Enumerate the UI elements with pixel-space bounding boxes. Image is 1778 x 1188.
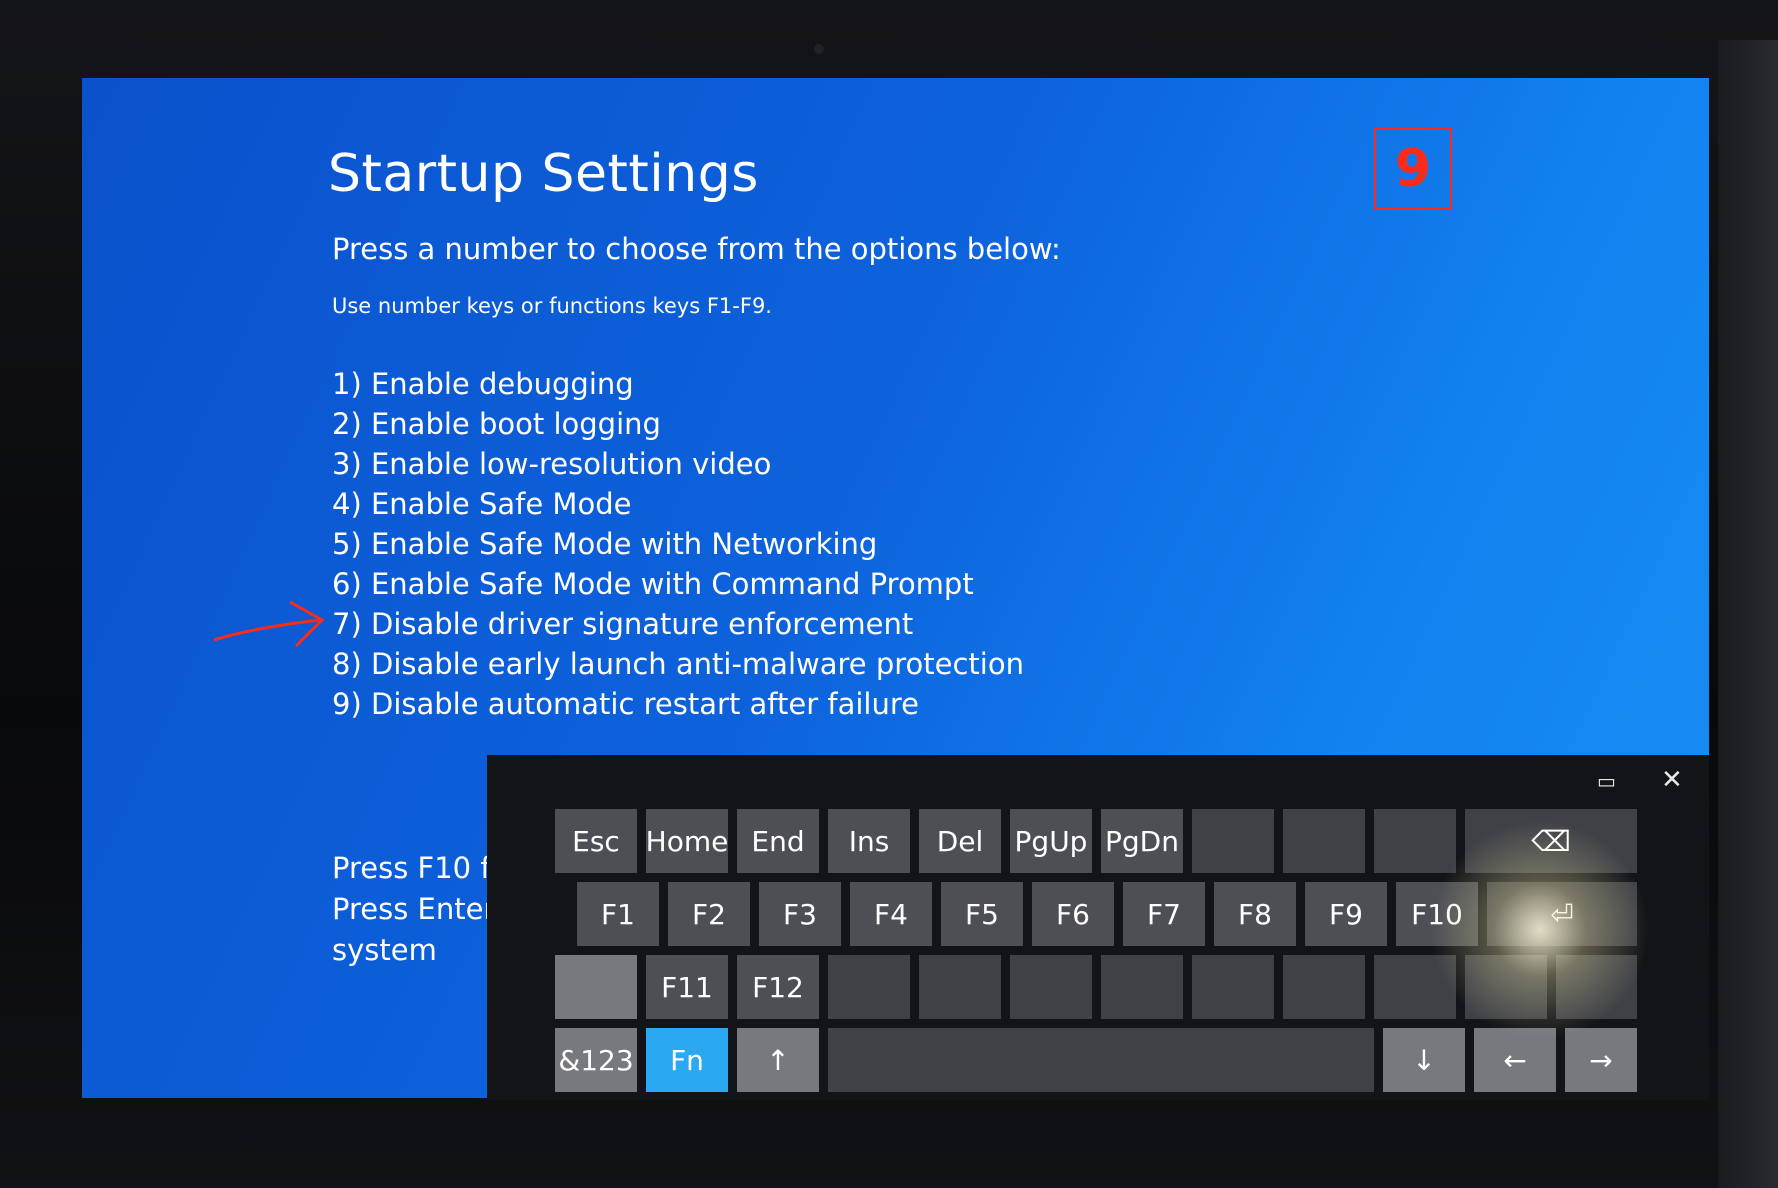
key-f4[interactable]: F4 xyxy=(850,882,932,946)
key-f8[interactable]: F8 xyxy=(1214,882,1296,946)
key-f3[interactable]: F3 xyxy=(759,882,841,946)
key-blank[interactable] xyxy=(1374,955,1456,1019)
option-enable-debugging[interactable]: 1) Enable debugging xyxy=(332,364,1024,404)
key-ins[interactable]: Ins xyxy=(828,809,910,873)
dock-icon[interactable]: ▭ xyxy=(1597,769,1616,793)
key-backspace[interactable]: ⌫ xyxy=(1465,809,1637,873)
option-enable-low-resolution-video[interactable]: 3) Enable low-resolution video xyxy=(332,444,1024,484)
footer-text: Press F10 fo Press Enter system xyxy=(332,848,508,971)
key-blank[interactable] xyxy=(1010,955,1092,1019)
option-safe-mode-command-prompt[interactable]: 6) Enable Safe Mode with Command Prompt xyxy=(332,564,1024,604)
footer-line-f10: Press F10 fo xyxy=(332,851,509,885)
key-arrow-down[interactable]: ↓ xyxy=(1383,1028,1465,1092)
key-blank[interactable] xyxy=(1374,809,1456,873)
footer-line-system: system xyxy=(332,933,437,967)
key-blank[interactable] xyxy=(1101,955,1183,1019)
key-f12[interactable]: F12 xyxy=(737,955,819,1019)
option-disable-driver-signature[interactable]: 7) Disable driver signature enforcement xyxy=(332,604,1024,644)
camera-dot xyxy=(814,44,824,54)
key-blank[interactable] xyxy=(1465,955,1547,1019)
key-f10[interactable]: F10 xyxy=(1396,882,1478,946)
key-pgdn[interactable]: PgDn xyxy=(1101,809,1183,873)
key-blank[interactable] xyxy=(1556,955,1637,1019)
option-disable-early-launch-antimalware[interactable]: 8) Disable early launch anti-malware pro… xyxy=(332,644,1024,684)
key-arrow-right[interactable]: → xyxy=(1565,1028,1637,1092)
key-del[interactable]: Del xyxy=(919,809,1001,873)
device-bezel: Startup Settings 9 Press a number to cho… xyxy=(0,0,1778,1188)
close-icon[interactable]: ✕ xyxy=(1661,765,1683,795)
red-arrow-icon xyxy=(213,600,325,648)
key-f1[interactable]: F1 xyxy=(577,882,659,946)
key-space[interactable] xyxy=(828,1028,1374,1092)
key-blank[interactable] xyxy=(1283,809,1365,873)
footer-line-enter: Press Enter xyxy=(332,892,496,926)
key-end[interactable]: End xyxy=(737,809,819,873)
key-f11[interactable]: F11 xyxy=(646,955,728,1019)
key-symbols[interactable]: &123 xyxy=(555,1028,637,1092)
key-blank[interactable] xyxy=(1192,809,1274,873)
key-f9[interactable]: F9 xyxy=(1305,882,1387,946)
key-fn[interactable]: Fn xyxy=(646,1028,728,1092)
key-blank[interactable] xyxy=(828,955,910,1019)
key-esc[interactable]: Esc xyxy=(555,809,637,873)
option-safe-mode-networking[interactable]: 5) Enable Safe Mode with Networking xyxy=(332,524,1024,564)
key-f7[interactable]: F7 xyxy=(1123,882,1205,946)
key-blank[interactable] xyxy=(919,955,1001,1019)
key-enter[interactable]: ⏎ xyxy=(1487,882,1637,946)
step-number-badge: 9 xyxy=(1374,128,1452,210)
key-arrow-up[interactable]: ↑ xyxy=(737,1028,819,1092)
option-disable-automatic-restart[interactable]: 9) Disable automatic restart after failu… xyxy=(332,684,1024,724)
key-f2[interactable]: F2 xyxy=(668,882,750,946)
options-list: 1) Enable debugging 2) Enable boot loggi… xyxy=(332,364,1024,724)
key-home[interactable]: Home xyxy=(646,809,728,873)
key-f5[interactable]: F5 xyxy=(941,882,1023,946)
option-enable-safe-mode[interactable]: 4) Enable Safe Mode xyxy=(332,484,1024,524)
instructions-text: Press a number to choose from the option… xyxy=(332,232,1061,266)
key-blank[interactable] xyxy=(1283,955,1365,1019)
on-screen-keyboard: ▭ ✕ Esc Home End Ins Del PgUp PgDn ⌫ F1 … xyxy=(487,755,1709,1100)
key-f6[interactable]: F6 xyxy=(1032,882,1114,946)
key-arrow-left[interactable]: ← xyxy=(1474,1028,1556,1092)
key-pgup[interactable]: PgUp xyxy=(1010,809,1092,873)
page-title: Startup Settings xyxy=(328,144,759,204)
hint-text: Use number keys or functions keys F1-F9. xyxy=(332,294,772,318)
key-blank[interactable] xyxy=(555,955,637,1019)
option-enable-boot-logging[interactable]: 2) Enable boot logging xyxy=(332,404,1024,444)
key-blank[interactable] xyxy=(1192,955,1274,1019)
